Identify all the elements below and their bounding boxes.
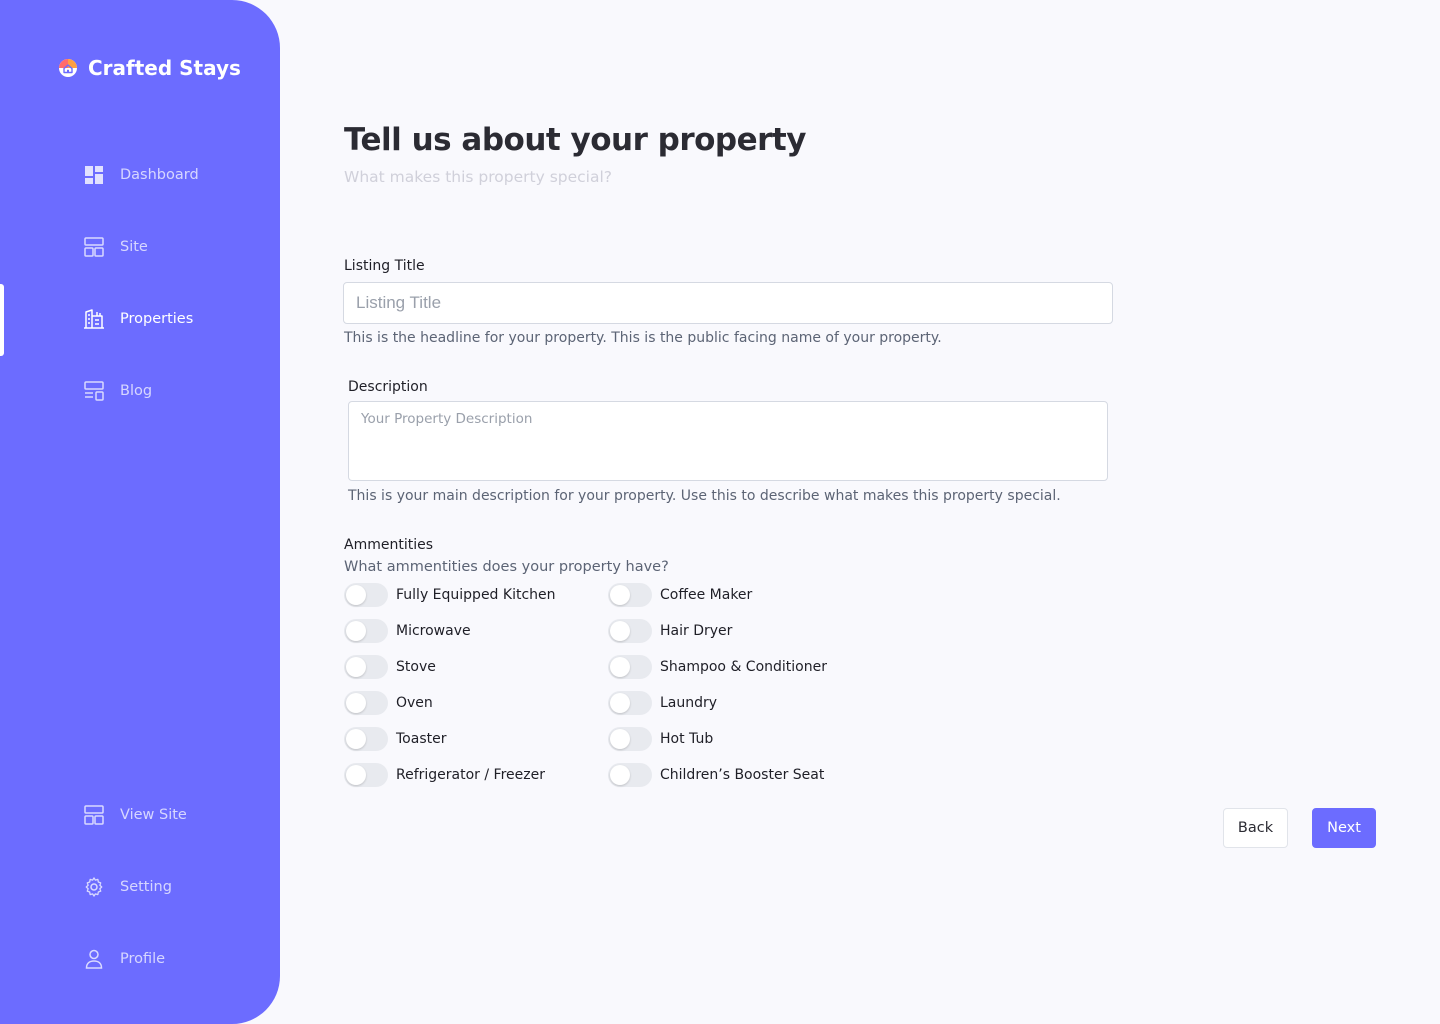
- nav-item-blog[interactable]: Blog: [82, 379, 152, 403]
- listing-title-help: This is the headline for your property. …: [344, 330, 942, 346]
- toggle-knob: [346, 729, 366, 749]
- page-title: Tell us about your property: [344, 122, 806, 158]
- listing-title-input[interactable]: [343, 282, 1113, 324]
- amenity-hair-dryer[interactable]: Hair Dryer: [608, 619, 732, 643]
- site-icon: [82, 235, 106, 259]
- amenity-toggle[interactable]: [344, 583, 388, 607]
- toggle-knob: [346, 621, 366, 641]
- toggle-knob: [610, 585, 630, 605]
- back-button[interactable]: Back: [1223, 808, 1288, 848]
- amenity-toggle[interactable]: [344, 655, 388, 679]
- nav-item-profile[interactable]: Profile: [82, 947, 165, 971]
- toggle-knob: [346, 657, 366, 677]
- amenity-microwave[interactable]: Microwave: [344, 619, 471, 643]
- amenity-label: Hair Dryer: [660, 623, 733, 639]
- nav-item-view-site[interactable]: View Site: [82, 803, 187, 827]
- toggle-knob: [610, 693, 630, 713]
- amenity-oven[interactable]: Oven: [344, 691, 433, 715]
- toggle-knob: [346, 765, 366, 785]
- nav-item-properties[interactable]: Properties: [82, 307, 193, 331]
- toggle-knob: [610, 657, 630, 677]
- nav-label: Dashboard: [120, 167, 199, 183]
- listing-title-label: Listing Title: [344, 258, 425, 274]
- amenity-toggle[interactable]: [608, 583, 652, 607]
- amenities-label: Ammentities: [344, 537, 434, 553]
- toggle-knob: [610, 729, 630, 749]
- amenity-fully-equipped-kitchen[interactable]: Fully Equipped Kitchen: [344, 583, 556, 607]
- building-icon: [82, 307, 106, 331]
- amenity-toggle[interactable]: [344, 763, 388, 787]
- amenity-label: Fully Equipped Kitchen: [396, 587, 556, 603]
- nav-label: Setting: [120, 879, 172, 895]
- amenity-stove[interactable]: Stove: [344, 655, 436, 679]
- amenity-toggle[interactable]: [344, 619, 388, 643]
- amenity-label: Children’s Booster Seat: [660, 767, 825, 783]
- amenity-toggle[interactable]: [608, 691, 652, 715]
- amenity-toggle[interactable]: [608, 619, 652, 643]
- toggle-knob: [346, 693, 366, 713]
- amenity-hot-tub[interactable]: Hot Tub: [608, 727, 713, 751]
- brand-name: Crafted Stays: [88, 56, 241, 80]
- description-label: Description: [348, 379, 428, 395]
- nav-label: Blog: [120, 383, 153, 399]
- amenity-label: Oven: [396, 695, 433, 711]
- active-nav-indicator: [0, 284, 4, 356]
- brand[interactable]: Crafted Stays: [58, 56, 241, 80]
- description-help: This is your main description for your p…: [348, 488, 1061, 504]
- dashboard-icon: [82, 163, 106, 187]
- toggle-knob: [610, 621, 630, 641]
- toggle-knob: [610, 765, 630, 785]
- page-subtitle: What makes this property special?: [344, 168, 613, 186]
- amenity-label: Coffee Maker: [660, 587, 753, 603]
- amenity-toaster[interactable]: Toaster: [344, 727, 446, 751]
- amenity-label: Stove: [396, 659, 436, 675]
- amenity-label: Microwave: [396, 623, 471, 639]
- nav-item-site[interactable]: Site: [82, 235, 148, 259]
- amenity-childrens-booster-seat[interactable]: Children’s Booster Seat: [608, 763, 824, 787]
- nav-item-setting[interactable]: Setting: [82, 875, 172, 899]
- amenity-toggle[interactable]: [344, 727, 388, 751]
- amenity-shampoo-conditioner[interactable]: Shampoo & Conditioner: [608, 655, 827, 679]
- amenity-label: Toaster: [396, 731, 447, 747]
- amenity-coffee-maker[interactable]: Coffee Maker: [608, 583, 752, 607]
- amenity-label: Hot Tub: [660, 731, 714, 747]
- amenity-label: Laundry: [660, 695, 718, 711]
- amenity-laundry[interactable]: Laundry: [608, 691, 717, 715]
- amenity-label: Shampoo & Conditioner: [660, 659, 827, 675]
- amenity-toggle[interactable]: [344, 691, 388, 715]
- blog-icon: [82, 379, 106, 403]
- view-site-icon: [82, 803, 106, 827]
- nav-label: Properties: [120, 311, 194, 327]
- amenity-refrigerator-freezer[interactable]: Refrigerator / Freezer: [344, 763, 545, 787]
- amenity-label: Refrigerator / Freezer: [396, 767, 545, 783]
- user-icon: [82, 947, 106, 971]
- toggle-knob: [346, 585, 366, 605]
- amenities-question: What ammentities does your property have…: [344, 559, 669, 575]
- description-input[interactable]: [348, 401, 1108, 481]
- house-logo-icon: [58, 58, 78, 78]
- next-button[interactable]: Next: [1312, 808, 1376, 848]
- amenity-toggle[interactable]: [608, 727, 652, 751]
- nav-item-dashboard[interactable]: Dashboard: [82, 163, 199, 187]
- gear-icon: [82, 875, 106, 899]
- nav-label: View Site: [120, 807, 187, 823]
- amenity-toggle[interactable]: [608, 655, 652, 679]
- nav-label: Site: [120, 239, 148, 255]
- amenity-toggle[interactable]: [608, 763, 652, 787]
- sidebar: Crafted Stays Dashboard Site Properties …: [0, 0, 280, 1024]
- nav-label: Profile: [120, 951, 166, 967]
